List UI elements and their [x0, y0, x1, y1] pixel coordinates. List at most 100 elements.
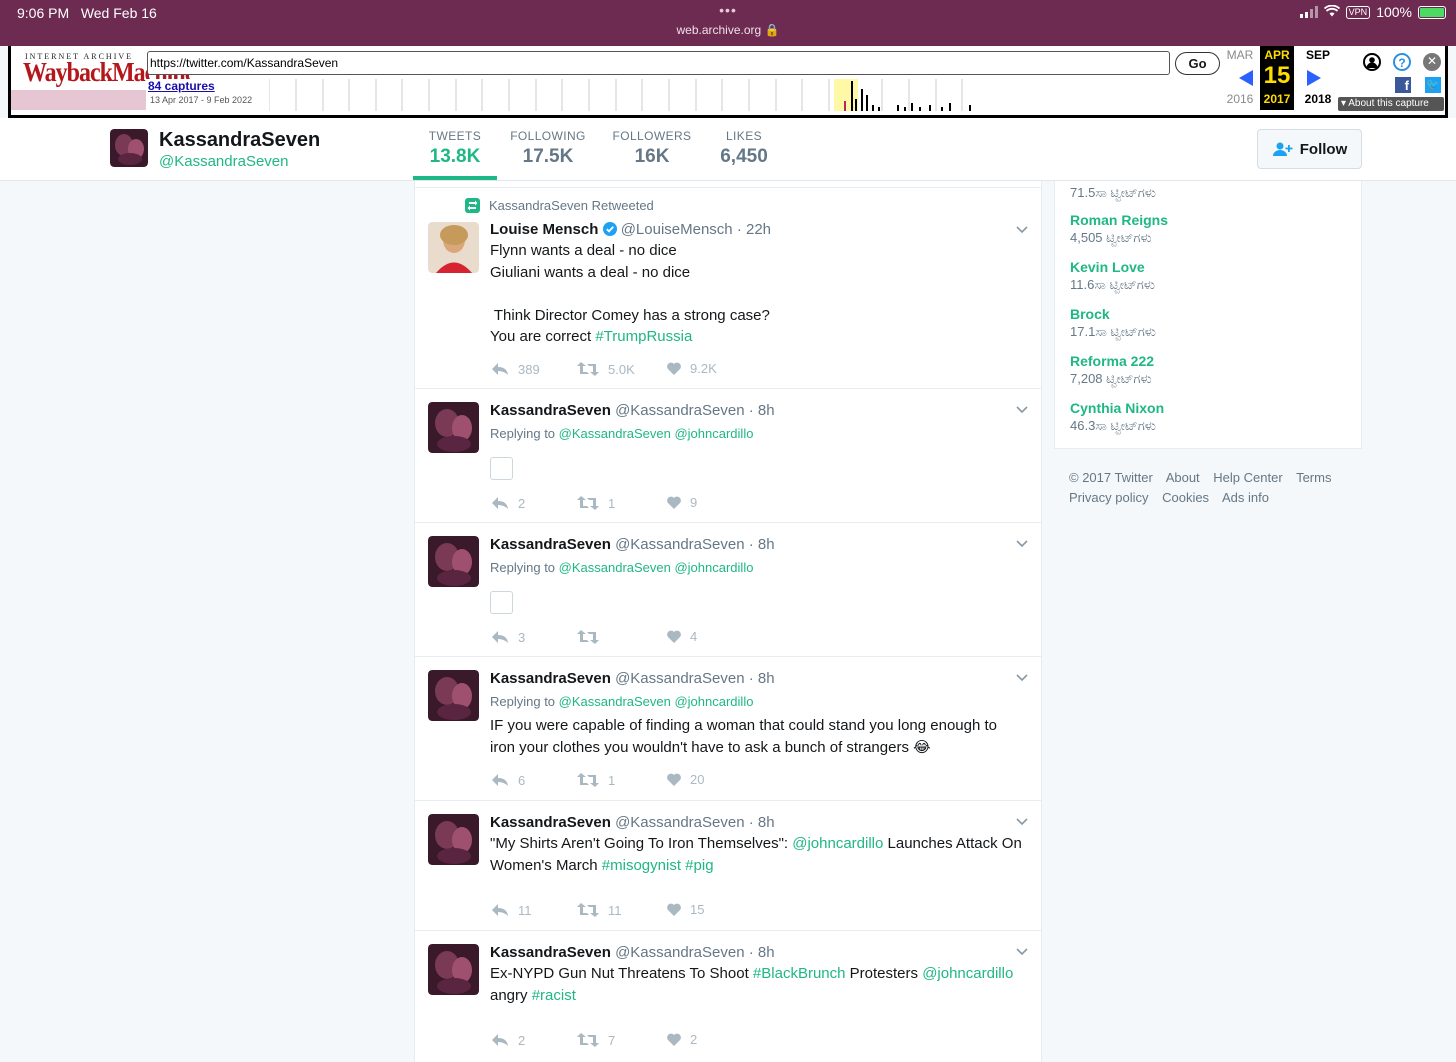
prev-capture-month[interactable]: MAR 2016: [1222, 46, 1258, 110]
retweet-action[interactable]: 5.0K: [576, 361, 635, 377]
trend-name[interactable]: Reforma 222: [1070, 353, 1154, 369]
wayback-pink-strip: [11, 90, 146, 110]
like-action[interactable]: 2: [666, 1032, 697, 1047]
tweet-header[interactable]: KassandraSeven @KassandraSeven · 8h: [490, 670, 775, 687]
facebook-icon[interactable]: f: [1395, 77, 1411, 93]
trend-item[interactable]: Cynthia Nixon 46.3ಸಾ ಟ್ವೀಟ್‌ಗಳು: [1070, 400, 1164, 434]
trend-item[interactable]: Kevin Love 11.6ಸಾ ಟ್ವೀಟ್‌ಗಳು: [1070, 259, 1155, 293]
tweet-author-avatar[interactable]: [428, 944, 479, 995]
heart-icon: [667, 1033, 681, 1046]
like-action[interactable]: 9.2K: [666, 361, 717, 376]
footer-ads-link[interactable]: Ads info: [1222, 490, 1269, 505]
browser-url-label[interactable]: web.archive.org 🔒: [0, 23, 1456, 37]
footer-cookies-link[interactable]: Cookies: [1162, 490, 1209, 505]
mention-link[interactable]: @johncardillo: [792, 835, 883, 852]
reply-action[interactable]: 11: [490, 902, 532, 918]
tweet-header[interactable]: KassandraSeven @KassandraSeven · 8h: [490, 944, 775, 961]
multitask-dots[interactable]: •••: [0, 2, 1456, 18]
footer-about-link[interactable]: About: [1166, 470, 1200, 485]
retweet-action[interactable]: 7: [576, 1032, 615, 1048]
retweet-action[interactable]: 1: [576, 495, 615, 511]
trend-name[interactable]: Roman Reigns: [1070, 212, 1168, 228]
chevron-down-icon[interactable]: [1015, 944, 1029, 958]
retweet-icon: [577, 362, 599, 376]
tweet-author-avatar[interactable]: [428, 536, 479, 587]
reply-action[interactable]: 3: [490, 629, 525, 645]
like-action[interactable]: 4: [666, 629, 697, 644]
like-action[interactable]: 20: [666, 772, 704, 787]
retweet-action[interactable]: 1: [576, 772, 615, 788]
stat-following[interactable]: FOLLOWING 17.5K: [504, 129, 592, 168]
reply-action[interactable]: 2: [490, 495, 525, 511]
wayback-logo[interactable]: INTERNET ARCHIVE WaybackMachine: [23, 52, 195, 87]
retweet-action[interactable]: [576, 629, 608, 645]
about-capture-dropdown[interactable]: ▾ About this capture: [1338, 97, 1444, 111]
tweet-item[interactable]: KassandraSeven Retweeted Louise Mensch @…: [415, 187, 1041, 389]
media-placeholder[interactable]: [490, 457, 513, 480]
tweet-author-avatar[interactable]: [428, 670, 479, 721]
close-icon[interactable]: ✕: [1423, 53, 1441, 71]
retweet-action[interactable]: 11: [576, 902, 622, 918]
tweet-author-avatar[interactable]: [428, 222, 479, 273]
tweet-item[interactable]: KassandraSeven @KassandraSeven · 8h Repl…: [415, 657, 1041, 801]
trend-item[interactable]: 71.5ಸಾ ಟ್ವೀಟ್‌ಗಳು: [1070, 183, 1156, 201]
chevron-down-icon[interactable]: [1015, 222, 1029, 236]
twitter-icon[interactable]: 🐦: [1425, 77, 1441, 93]
stat-tweets[interactable]: TWEETS 13.8K: [413, 129, 497, 168]
like-action[interactable]: 9: [666, 495, 697, 510]
trend-item[interactable]: Reforma 222 7,208 ಟ್ವೀಟ್‌ಗಳು: [1070, 353, 1154, 387]
chevron-down-icon[interactable]: [1015, 402, 1029, 416]
follow-button[interactable]: Follow: [1257, 129, 1362, 169]
hashtag-link[interactable]: #racist: [532, 987, 576, 1004]
like-action[interactable]: 15: [666, 902, 704, 917]
tweet-header[interactable]: Louise Mensch @LouiseMensch · 22h: [490, 221, 771, 238]
mention-link[interactable]: @KassandraSeven @johncardillo: [559, 426, 754, 441]
next-arrow-icon[interactable]: [1307, 70, 1321, 86]
hashtag-link[interactable]: #pig: [685, 857, 713, 874]
user-icon[interactable]: [1363, 53, 1381, 71]
stat-followers[interactable]: FOLLOWERS 16K: [608, 129, 696, 168]
trend-item[interactable]: Roman Reigns 4,505 ಟ್ವೀಟ್‌ಗಳು: [1070, 212, 1168, 246]
tweet-header[interactable]: KassandraSeven @KassandraSeven · 8h: [490, 814, 775, 831]
tweet-author-avatar[interactable]: [428, 402, 479, 453]
prev-arrow-icon[interactable]: [1239, 70, 1253, 86]
mention-link[interactable]: @KassandraSeven @johncardillo: [559, 560, 754, 575]
tweet-item[interactable]: KassandraSeven @KassandraSeven · 8h Repl…: [415, 523, 1041, 657]
profile-handle[interactable]: @KassandraSeven: [159, 153, 288, 170]
wayback-url-input[interactable]: [147, 51, 1170, 75]
hashtag-link[interactable]: #BlackBrunch: [753, 965, 846, 982]
profile-name[interactable]: KassandraSeven: [159, 129, 320, 152]
trend-item[interactable]: Brock 17.1ಸಾ ಟ್ವೀಟ್‌ಗಳು: [1070, 306, 1156, 340]
wayback-go-button[interactable]: Go: [1175, 52, 1220, 75]
tweet-item[interactable]: KassandraSeven @KassandraSeven · 8h Ex-N…: [415, 931, 1041, 1062]
tweet-author-avatar[interactable]: [428, 814, 479, 865]
chevron-down-icon[interactable]: [1015, 670, 1029, 684]
reply-action[interactable]: 389: [490, 361, 540, 377]
capture-sparkline[interactable]: [269, 79, 1219, 111]
reply-action[interactable]: 2: [490, 1032, 525, 1048]
trend-name[interactable]: Kevin Love: [1070, 259, 1155, 275]
mention-link[interactable]: @KassandraSeven @johncardillo: [559, 694, 754, 709]
chevron-down-icon[interactable]: [1015, 536, 1029, 550]
tweet-item[interactable]: KassandraSeven @KassandraSeven · 8h "My …: [415, 801, 1041, 931]
tweet-header[interactable]: KassandraSeven @KassandraSeven · 8h: [490, 402, 775, 419]
mention-link[interactable]: @johncardillo: [922, 965, 1013, 982]
captures-link[interactable]: 84 captures: [148, 79, 266, 93]
tweet-item[interactable]: KassandraSeven @KassandraSeven · 8h Repl…: [415, 389, 1041, 523]
profile-avatar[interactable]: [110, 129, 148, 167]
stat-likes[interactable]: LIKES 6,450: [708, 129, 780, 168]
chevron-down-icon[interactable]: [1015, 814, 1029, 828]
heart-icon: [667, 773, 681, 786]
footer-terms-link[interactable]: Terms: [1296, 470, 1331, 485]
tweet-header[interactable]: KassandraSeven @KassandraSeven · 8h: [490, 536, 775, 553]
trend-name[interactable]: Cynthia Nixon: [1070, 400, 1164, 416]
next-capture-month[interactable]: SEP 2018: [1298, 46, 1338, 110]
hashtag-link[interactable]: #misogynist: [602, 857, 681, 874]
trend-name[interactable]: Brock: [1070, 306, 1156, 322]
help-icon[interactable]: ?: [1393, 53, 1411, 71]
reply-action[interactable]: 6: [490, 772, 525, 788]
footer-privacy-link[interactable]: Privacy policy: [1069, 490, 1148, 505]
hashtag-link[interactable]: #TrumpRussia: [595, 328, 692, 345]
footer-help-link[interactable]: Help Center: [1213, 470, 1282, 485]
media-placeholder[interactable]: [490, 591, 513, 614]
